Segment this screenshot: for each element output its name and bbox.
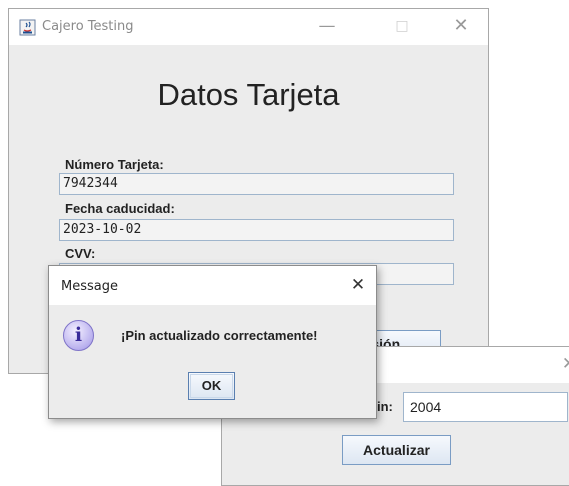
pin-input[interactable]: 2004 <box>403 392 568 422</box>
dialog-titlebar[interactable]: Message ✕ <box>49 266 376 305</box>
expiry-date-label: Fecha caducidad: <box>65 201 175 216</box>
minimize-button[interactable]: — <box>312 13 342 39</box>
page-title: Datos Tarjeta <box>157 77 340 112</box>
java-app-icon <box>19 19 36 36</box>
window-title: Cajero Testing <box>42 19 134 34</box>
expiry-date-field[interactable]: 2023-10-02 <box>59 219 454 241</box>
close-button[interactable]: ✕ <box>446 13 476 39</box>
ok-button[interactable]: OK <box>188 372 235 400</box>
dialog-title: Message <box>61 279 118 294</box>
dialog-message: ¡Pin actualizado correctamente! <box>121 328 318 343</box>
dialog-close-button[interactable]: ✕ <box>343 272 373 298</box>
card-number-label: Número Tarjeta: <box>65 157 164 172</box>
maximize-button[interactable]: □ <box>387 13 417 39</box>
main-titlebar[interactable]: Cajero Testing — □ ✕ <box>9 9 488 45</box>
pin-label: in: <box>377 399 393 414</box>
information-icon: i <box>63 320 94 351</box>
cvv-label: CVV: <box>65 246 96 261</box>
pin-window-close-button[interactable]: ✕ <box>554 351 569 377</box>
message-dialog: Message ✕ i ¡Pin actualizado correctamen… <box>48 265 377 419</box>
update-button[interactable]: Actualizar <box>342 435 451 465</box>
card-number-field[interactable]: 7942344 <box>59 173 454 195</box>
